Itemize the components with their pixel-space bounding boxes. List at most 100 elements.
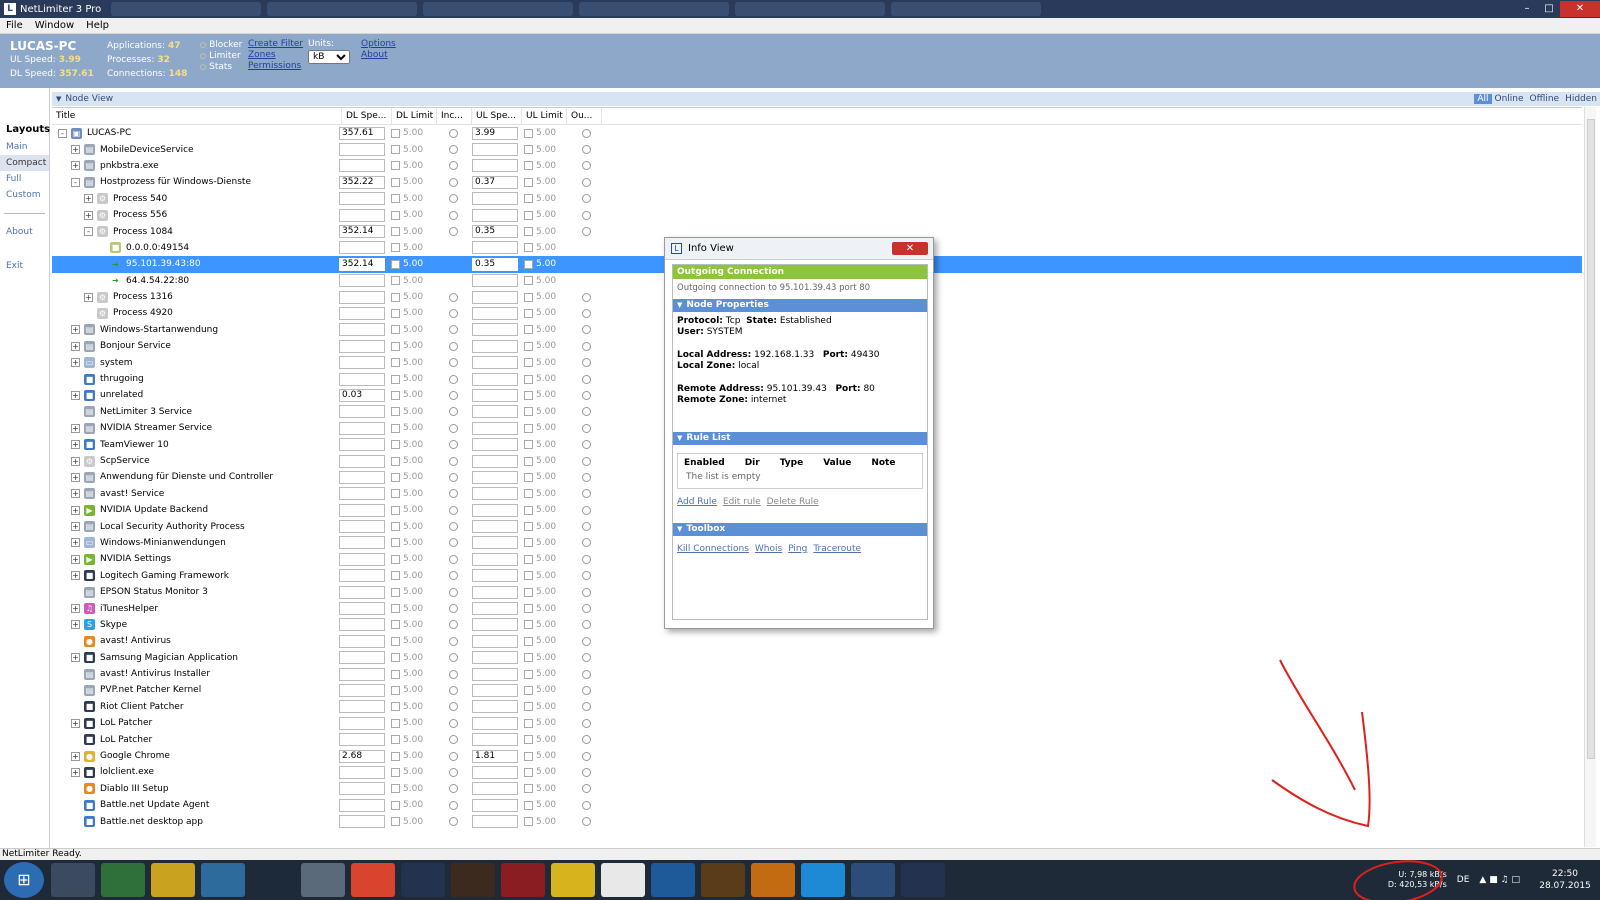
ul-limit-checkbox[interactable] (524, 423, 533, 433)
ul-limit-checkbox[interactable] (524, 817, 533, 827)
incoming-block-radio[interactable] (449, 653, 458, 663)
outgoing-block-radio[interactable] (582, 423, 591, 433)
minimize-button[interactable]: – (1516, 1, 1538, 17)
limiter-option[interactable]: Limiter (200, 51, 242, 62)
ul-limit-checkbox[interactable] (524, 456, 533, 466)
expand-icon[interactable]: + (71, 620, 80, 630)
table-row[interactable]: ■ Battle.net desktop app 5.00 5.00 (52, 813, 1582, 829)
expand-icon[interactable]: + (71, 604, 80, 614)
taskbar-app-icon[interactable] (251, 863, 295, 897)
incoming-block-radio[interactable] (449, 161, 458, 171)
outgoing-block-radio[interactable] (582, 538, 591, 548)
table-row[interactable]: + ⚙ Process 540 5.00 5.00 (52, 191, 1582, 207)
ul-limit-checkbox[interactable] (524, 390, 533, 400)
outgoing-block-radio[interactable] (582, 128, 591, 138)
outgoing-block-radio[interactable] (582, 341, 591, 351)
vertical-scrollbar[interactable] (1584, 107, 1596, 847)
start-button[interactable]: ⊞ (4, 862, 44, 898)
incoming-block-radio[interactable] (449, 554, 458, 564)
col-outgoing[interactable]: Ou... (567, 107, 602, 125)
browser-tab[interactable] (423, 2, 574, 16)
expand-icon[interactable]: + (71, 423, 80, 433)
units-select[interactable]: kB (308, 50, 350, 64)
ul-limit-checkbox[interactable] (524, 653, 533, 663)
col-title[interactable]: Title (52, 107, 342, 125)
outgoing-block-radio[interactable] (582, 374, 591, 384)
ul-limit-checkbox[interactable] (524, 440, 533, 450)
ul-limit-checkbox[interactable] (524, 800, 533, 810)
ul-limit-checkbox[interactable] (524, 227, 533, 237)
ul-limit-checkbox[interactable] (524, 374, 533, 384)
browser-tab[interactable] (267, 2, 418, 16)
incoming-block-radio[interactable] (449, 636, 458, 646)
expand-icon[interactable]: + (71, 358, 80, 368)
delete-rule-link[interactable]: Delete Rule (767, 497, 819, 507)
incoming-block-radio[interactable] (449, 227, 458, 237)
ul-limit-checkbox[interactable] (524, 128, 533, 138)
taskbar-media-icon[interactable] (301, 863, 345, 897)
ul-limit-checkbox[interactable] (524, 194, 533, 204)
dl-limit-checkbox[interactable] (391, 308, 400, 318)
incoming-block-radio[interactable] (449, 440, 458, 450)
expand-icon[interactable]: + (71, 751, 80, 761)
taskbar-steam-icon[interactable] (51, 863, 95, 897)
layout-full[interactable]: Full (0, 171, 49, 187)
incoming-block-radio[interactable] (449, 472, 458, 482)
outgoing-block-radio[interactable] (582, 390, 591, 400)
dl-limit-checkbox[interactable] (391, 636, 400, 646)
dl-limit-checkbox[interactable] (391, 767, 400, 777)
dl-limit-checkbox[interactable] (391, 571, 400, 581)
ul-limit-checkbox[interactable] (524, 308, 533, 318)
expand-icon[interactable]: + (84, 210, 93, 220)
incoming-block-radio[interactable] (449, 817, 458, 827)
outgoing-block-radio[interactable] (582, 620, 591, 630)
ul-limit-checkbox[interactable] (524, 358, 533, 368)
incoming-block-radio[interactable] (449, 702, 458, 712)
stats-option[interactable]: Stats (200, 62, 242, 73)
taskbar-fifa-15-icon[interactable] (551, 863, 595, 897)
browser-tab[interactable] (891, 2, 1042, 16)
add-rule-link[interactable]: Add Rule (677, 497, 717, 507)
table-row[interactable]: ● Diablo III Setup 5.00 5.00 (52, 781, 1582, 797)
ul-limit-checkbox[interactable] (524, 751, 533, 761)
layout-compact[interactable]: Compact (0, 155, 49, 171)
dl-limit-checkbox[interactable] (391, 259, 400, 269)
rule-col-value[interactable]: Value (823, 458, 851, 468)
outgoing-block-radio[interactable] (582, 751, 591, 761)
outgoing-block-radio[interactable] (582, 292, 591, 302)
dl-limit-checkbox[interactable] (391, 292, 400, 302)
outgoing-block-radio[interactable] (582, 472, 591, 482)
ul-limit-checkbox[interactable] (524, 554, 533, 564)
outgoing-block-radio[interactable] (582, 522, 591, 532)
incoming-block-radio[interactable] (449, 718, 458, 728)
incoming-block-radio[interactable] (449, 604, 458, 614)
dl-limit-checkbox[interactable] (391, 407, 400, 417)
outgoing-block-radio[interactable] (582, 227, 591, 237)
outgoing-block-radio[interactable] (582, 145, 591, 155)
taskbar-chrome-icon[interactable] (351, 863, 395, 897)
expand-icon[interactable]: + (71, 538, 80, 548)
ul-limit-checkbox[interactable] (524, 669, 533, 679)
dl-limit-checkbox[interactable] (391, 751, 400, 761)
info-close-button[interactable]: ✕ (892, 242, 928, 255)
outgoing-block-radio[interactable] (582, 800, 591, 810)
browser-tab[interactable] (579, 2, 730, 16)
dl-limit-checkbox[interactable] (391, 685, 400, 695)
incoming-block-radio[interactable] (449, 538, 458, 548)
incoming-block-radio[interactable] (449, 669, 458, 679)
edit-rule-link[interactable]: Edit rule (723, 497, 761, 507)
incoming-block-radio[interactable] (449, 685, 458, 695)
table-row[interactable]: ● avast! Antivirus 5.00 5.00 (52, 633, 1582, 649)
dl-limit-checkbox[interactable] (391, 341, 400, 351)
ul-limit-checkbox[interactable] (524, 718, 533, 728)
table-row[interactable]: + ⚙ Process 556 5.00 5.00 (52, 207, 1582, 223)
dl-limit-checkbox[interactable] (391, 145, 400, 155)
outgoing-block-radio[interactable] (582, 784, 591, 794)
ul-limit-checkbox[interactable] (524, 292, 533, 302)
dl-limit-checkbox[interactable] (391, 456, 400, 466)
rule-col-note[interactable]: Note (871, 458, 895, 468)
incoming-block-radio[interactable] (449, 522, 458, 532)
dl-limit-checkbox[interactable] (391, 718, 400, 728)
menu-window[interactable]: Window (29, 20, 80, 31)
table-row[interactable]: ▤ avast! Antivirus Installer 5.00 5.00 (52, 666, 1582, 682)
